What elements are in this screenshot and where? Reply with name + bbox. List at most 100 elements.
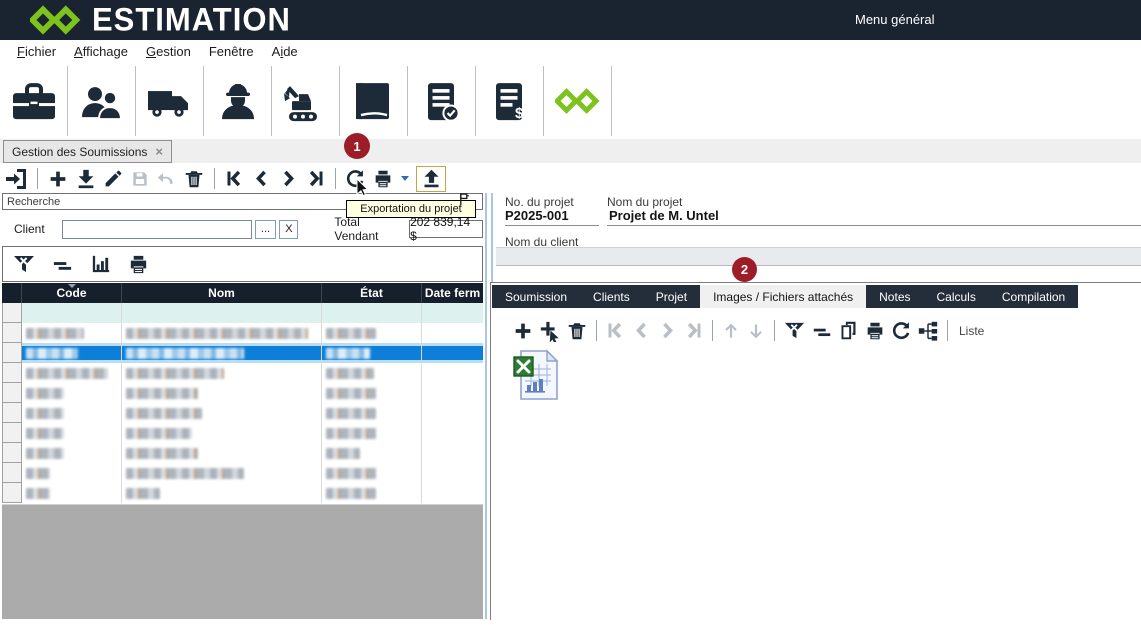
previous-record-icon[interactable]: [251, 168, 272, 189]
detail-tab-images-fichiers-attach-s[interactable]: Images / Fichiers attachés: [700, 285, 866, 308]
row-selector[interactable]: [2, 383, 22, 403]
truck-button[interactable]: [136, 66, 204, 136]
document-check-button[interactable]: [408, 66, 476, 136]
sort-icon[interactable]: [51, 253, 74, 276]
worker-icon: [214, 79, 262, 123]
filter-clear-icon[interactable]: [783, 319, 806, 342]
last-record-icon[interactable]: [305, 168, 326, 189]
cell-redacted: [322, 383, 422, 403]
add-icon[interactable]: [47, 168, 69, 190]
table-row[interactable]: [2, 303, 483, 323]
detail-tab-notes[interactable]: Notes: [866, 285, 923, 308]
menu-gestion[interactable]: Gestion: [137, 42, 200, 61]
move-up-icon[interactable]: [721, 321, 741, 341]
detail-tab-compilation[interactable]: Compilation: [989, 285, 1078, 308]
filter-clear-icon[interactable]: [12, 252, 36, 276]
close-tab-icon[interactable]: ×: [155, 144, 163, 159]
table-row[interactable]: [2, 403, 483, 423]
export-project-button[interactable]: [416, 166, 446, 192]
row-selector[interactable]: [2, 463, 22, 483]
previous-icon[interactable]: [631, 320, 652, 341]
print-options-caret-icon[interactable]: [401, 176, 409, 181]
view-mode-label[interactable]: Liste: [959, 324, 984, 338]
client-browse-button[interactable]: ...: [255, 220, 277, 239]
exit-door-icon[interactable]: [4, 167, 28, 191]
cell-redacted: [22, 443, 122, 463]
first-record-icon[interactable]: [224, 168, 245, 189]
table-row[interactable]: [2, 483, 483, 503]
tree-view-icon[interactable]: [917, 320, 939, 342]
import-icon[interactable]: [75, 168, 97, 190]
header-nom[interactable]: Nom: [122, 283, 322, 303]
row-selector[interactable]: [2, 403, 22, 423]
client-input[interactable]: [62, 220, 252, 239]
excel-file-icon[interactable]: [513, 349, 559, 406]
menu-fichier[interactable]: Fichier: [8, 42, 65, 61]
divider: [712, 320, 713, 341]
menu-affichage[interactable]: Affichage: [65, 42, 137, 61]
edit-icon[interactable]: [103, 168, 124, 189]
row-selector[interactable]: [2, 363, 22, 383]
total-vendant-label: Total Vendant: [334, 215, 403, 243]
detail-tab-calculs[interactable]: Calculs: [924, 285, 989, 308]
header-date[interactable]: Date ferm: [422, 283, 483, 303]
header-etat[interactable]: État: [322, 283, 422, 303]
submissions-toolbar: [4, 165, 446, 192]
client-clear-button[interactable]: X: [279, 220, 298, 239]
menu-general-label[interactable]: Menu général: [855, 12, 935, 27]
detail-tab-soumission[interactable]: Soumission: [492, 285, 580, 308]
detail-tab-projet[interactable]: Projet: [643, 285, 700, 308]
row-selector[interactable]: [2, 323, 22, 343]
catalog-button[interactable]: [340, 66, 408, 136]
print-icon[interactable]: [372, 168, 394, 190]
menu-fentre[interactable]: Fenêtre: [200, 42, 263, 61]
move-down-icon[interactable]: [746, 321, 766, 341]
callout-badge-1: 1: [344, 133, 370, 159]
print-icon[interactable]: [864, 320, 886, 342]
refresh-icon[interactable]: [891, 320, 912, 341]
excavator-button[interactable]: [272, 66, 340, 136]
save-icon[interactable]: [130, 169, 150, 189]
toolbox-button[interactable]: [0, 66, 68, 136]
print-list-icon[interactable]: [127, 253, 150, 276]
first-icon[interactable]: [605, 320, 626, 341]
table-row-selected[interactable]: [2, 343, 483, 363]
table-row[interactable]: [2, 323, 483, 343]
last-icon[interactable]: [683, 320, 704, 341]
worker-button[interactable]: [204, 66, 272, 136]
menu-aide[interactable]: Aide: [263, 42, 307, 61]
header-code[interactable]: Code: [22, 283, 122, 303]
row-selector[interactable]: [2, 423, 22, 443]
tab-label: Gestion des Soumissions: [12, 145, 147, 159]
project-name-value[interactable]: Projet de M. Untel: [607, 208, 1141, 226]
document-dollar-button[interactable]: $: [476, 66, 544, 136]
clients-button[interactable]: [68, 66, 136, 136]
table-row[interactable]: [2, 463, 483, 483]
next-icon[interactable]: [657, 320, 678, 341]
table-row[interactable]: [2, 363, 483, 383]
add-file-icon[interactable]: [539, 320, 561, 342]
table-row[interactable]: [2, 383, 483, 403]
next-record-icon[interactable]: [278, 168, 299, 189]
row-selector[interactable]: [2, 343, 22, 363]
estimation-module-button[interactable]: [544, 66, 612, 136]
delete-icon[interactable]: [566, 320, 588, 342]
header-selector: [2, 283, 22, 303]
row-selector[interactable]: [2, 303, 22, 323]
row-selector[interactable]: [2, 483, 22, 503]
client-name-value[interactable]: [496, 247, 1141, 266]
pin-icon[interactable]: [457, 192, 470, 212]
document-tabstrip: Gestion des Soumissions ×: [0, 139, 1141, 163]
tab-gestion-des-soumissions[interactable]: Gestion des Soumissions ×: [3, 140, 172, 163]
table-row[interactable]: [2, 443, 483, 463]
table-row[interactable]: [2, 423, 483, 443]
project-no-value[interactable]: P2025-001: [505, 208, 599, 226]
add-icon[interactable]: [512, 320, 534, 342]
detail-tab-clients[interactable]: Clients: [580, 285, 643, 308]
copy-icon[interactable]: [838, 320, 859, 341]
row-selector[interactable]: [2, 443, 22, 463]
undo-icon[interactable]: [156, 168, 177, 189]
chart-icon[interactable]: [89, 253, 112, 276]
delete-icon[interactable]: [183, 168, 205, 190]
sort-icon[interactable]: [811, 320, 833, 342]
